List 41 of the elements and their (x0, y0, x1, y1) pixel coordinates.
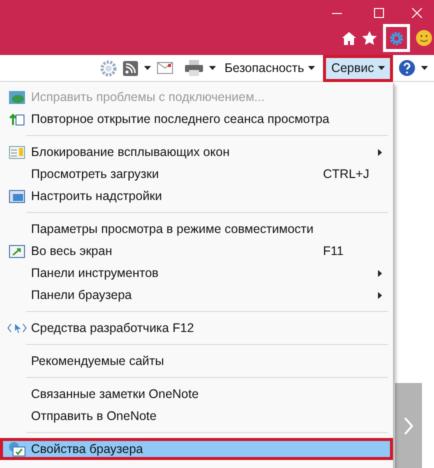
close-icon[interactable] (412, 8, 422, 18)
settings-window-icon (8, 441, 26, 457)
caret-icon (378, 66, 385, 70)
shortcut-label: CTRL+J (323, 166, 370, 183)
caret-icon (209, 66, 216, 70)
caret-icon (421, 66, 428, 70)
fullscreen-icon (9, 244, 25, 258)
window-arrow-icon (9, 112, 25, 126)
menu-item[interactable]: Во весь экран F11 (0, 240, 393, 262)
code-brackets-icon (7, 322, 27, 334)
smiley-icon[interactable] (416, 30, 432, 46)
mail-icon[interactable] (157, 62, 174, 74)
menu-item[interactable]: Отправить в OneNote (0, 405, 393, 427)
menu-item[interactable]: Настроить надстройки (0, 185, 393, 207)
popup-window-icon (9, 146, 25, 158)
maximize-icon[interactable] (374, 8, 384, 18)
menu-item[interactable]: Повторное открытие последнего сеанса просмотра (0, 108, 393, 130)
addon-window-icon (9, 190, 25, 202)
minimize-icon[interactable] (332, 12, 342, 14)
menu-item[interactable]: Связанные заметки OneNote (0, 383, 393, 405)
menu-item[interactable]: Панели инструментов (0, 262, 393, 284)
globe-icon (9, 90, 25, 104)
caret-icon (308, 66, 316, 70)
home-icon[interactable] (342, 32, 356, 44)
printer-icon[interactable] (185, 60, 204, 76)
menu-item[interactable]: Рекомендуемые сайты (0, 350, 393, 372)
help-icon[interactable] (399, 60, 415, 76)
caret-icon (144, 66, 152, 70)
menu-item[interactable]: Свойства браузера (0, 438, 393, 460)
menu-item[interactable]: Параметры просмотра в режиме совместимости (0, 218, 393, 240)
settings-icon (389, 30, 404, 46)
rss-icon[interactable] (123, 60, 138, 76)
menu-item[interactable]: Просмотреть загрузки CTRL+J (0, 163, 393, 185)
toolbar-menu-button[interactable]: Сервис (323, 54, 393, 82)
toolbar-menu-button[interactable]: Безопасность (222, 54, 318, 82)
menu-item[interactable]: Панели браузера (0, 284, 393, 306)
settings-button[interactable] (383, 24, 410, 52)
shortcut-label: F11 (323, 242, 345, 260)
menu-item[interactable]: Средства разработчика F12 (0, 317, 393, 339)
menu-item[interactable]: Блокирование всплывающих окон (0, 141, 393, 163)
star-icon[interactable] (362, 31, 377, 45)
